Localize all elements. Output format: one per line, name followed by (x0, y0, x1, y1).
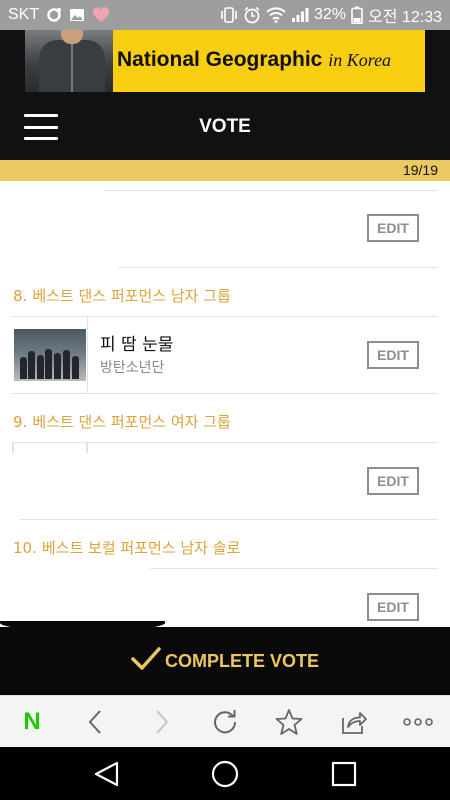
divider (20, 519, 438, 520)
heart-icon (92, 7, 110, 23)
alarm-icon (243, 6, 261, 24)
edit-button[interactable]: EDIT (367, 214, 419, 242)
forward-icon[interactable] (146, 706, 178, 738)
complete-vote-inner: COMPLETE VOTE (131, 646, 319, 676)
category-number: 8. (13, 287, 28, 305)
naver-logo[interactable]: N (16, 706, 48, 738)
share-icon[interactable] (338, 706, 370, 738)
wifi-icon (266, 7, 286, 23)
home-circle-icon[interactable] (209, 758, 241, 790)
ad-banner[interactable]: National Geographic in Korea (25, 30, 425, 92)
clock-label: 오전 12:33 (368, 9, 442, 26)
category-title: 베스트 댄스 퍼포먼스 여자 그룹 (32, 413, 231, 431)
top-nav: VOTE (0, 94, 450, 160)
ad-area: National Geographic in Korea (0, 30, 450, 94)
page-title: VOTE (199, 116, 251, 137)
o-ring-icon (46, 7, 62, 23)
recents-square-icon[interactable] (328, 758, 360, 790)
refresh-icon[interactable] (209, 706, 241, 738)
edit-button[interactable]: EDIT (367, 341, 419, 369)
naver-logo-text: N (23, 708, 41, 735)
complete-vote-button[interactable]: COMPLETE VOTE (0, 621, 450, 695)
status-bar: SKT 32% 오전 12:33 (0, 0, 450, 30)
vote-progress-count: 19/19 (402, 162, 438, 178)
browser-toolbar: N (0, 695, 450, 747)
status-left: SKT (8, 6, 110, 24)
vibrate-icon (220, 7, 238, 23)
complete-vote-label: COMPLETE VOTE (164, 650, 319, 671)
system-nav-bar (0, 747, 450, 800)
checkmark-icon (131, 646, 161, 676)
song-artist: 방탄소년단 (100, 360, 165, 376)
category-title: 베스트 댄스 퍼포먼스 남자 그룹 (32, 287, 231, 305)
status-right: 32% 오전 12:33 (220, 3, 442, 27)
ad-model-photo (25, 30, 113, 92)
category-heading-10: 10. 베스트 보컬 퍼포먼스 남자 솔로 (13, 537, 240, 558)
thumbnail-frame (12, 317, 88, 393)
song-title: 피 땀 눈물 (100, 335, 174, 355)
edit-button[interactable]: EDIT (367, 593, 419, 621)
vote-progress-bar: 19/19 (0, 160, 450, 181)
album-thumbnail (14, 329, 86, 381)
divider (118, 267, 438, 268)
vote-list[interactable]: EDIT 8. 베스트 댄스 퍼포먼스 남자 그룹 피 땀 눈물 방탄소년단 ED… (0, 181, 450, 627)
category-number: 10. (13, 539, 37, 557)
back-triangle-icon[interactable] (91, 758, 123, 790)
ad-script-text: in Korea (328, 50, 392, 70)
thumbnail-stub (12, 443, 14, 453)
signal-icon (291, 7, 309, 23)
battery-icon (351, 6, 363, 24)
divider (12, 442, 438, 443)
edit-button[interactable]: EDIT (367, 467, 419, 495)
category-heading-9: 9. 베스트 댄스 퍼포먼스 여자 그룹 (13, 411, 231, 432)
ad-headline: National Geographic in Korea (117, 48, 391, 72)
gallery-icon (69, 7, 85, 23)
back-icon[interactable] (79, 706, 111, 738)
carrier-label: SKT (8, 6, 40, 23)
divider (150, 568, 438, 569)
thumbnail-stub (86, 443, 88, 453)
more-icon[interactable] (400, 706, 436, 738)
category-title: 베스트 보컬 퍼포먼스 남자 솔로 (41, 539, 241, 557)
star-icon[interactable] (273, 706, 305, 738)
category-number: 9. (13, 413, 28, 431)
divider (12, 393, 438, 394)
battery-label: 32% (314, 6, 347, 23)
divider (104, 190, 438, 191)
vote-progress-fill (0, 160, 450, 181)
category-heading-8: 8. 베스트 댄스 퍼포먼스 남자 그룹 (13, 285, 231, 306)
ad-brand: National Geographic (117, 48, 323, 71)
